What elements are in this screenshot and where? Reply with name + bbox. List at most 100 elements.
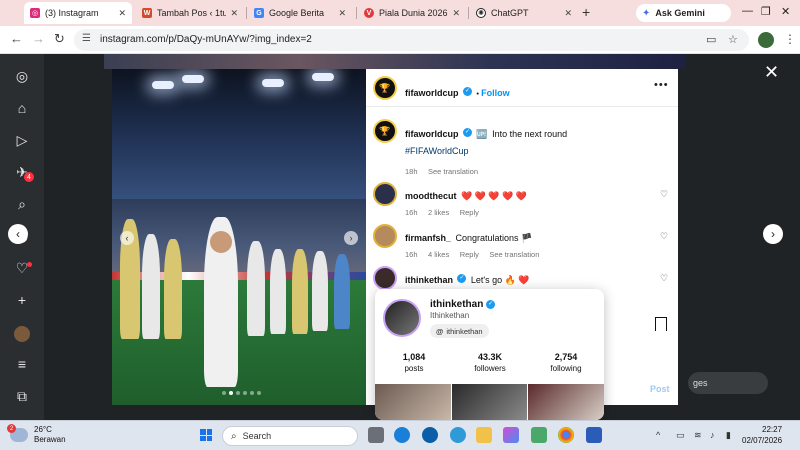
- search-icon[interactable]: ⌕: [14, 196, 30, 212]
- tab-instagram[interactable]: ◎ (3) Instagram ✕: [24, 2, 132, 24]
- tab-title: Piala Dunia 2026: H: [379, 8, 449, 18]
- author-username[interactable]: fifaworldcup: [405, 88, 459, 98]
- task-view-icon[interactable]: [368, 427, 384, 443]
- follow-button[interactable]: Follow: [481, 88, 510, 98]
- start-icon[interactable]: [200, 429, 212, 441]
- menu-icon[interactable]: ≡: [14, 356, 30, 372]
- edge-icon[interactable]: [394, 427, 410, 443]
- tab-google-news[interactable]: G Google Berita ✕: [248, 2, 352, 24]
- see-translation-link[interactable]: See translation: [428, 167, 478, 176]
- like-comment-icon[interactable]: ♡: [660, 273, 668, 284]
- search-placeholder: Search: [242, 431, 272, 441]
- profile-icon[interactable]: [14, 326, 30, 342]
- see-translation-link[interactable]: See translation: [489, 250, 539, 259]
- wordpress-icon: W: [142, 8, 152, 18]
- home-icon[interactable]: ⌂: [14, 100, 30, 116]
- messages-badge: 4: [24, 172, 34, 182]
- tab-title: Google Berita: [269, 8, 325, 18]
- like-comment-icon[interactable]: ♡: [660, 231, 668, 242]
- create-icon[interactable]: +: [14, 292, 30, 308]
- wifi-icon[interactable]: ≋: [694, 430, 702, 441]
- url-text: instagram.com/p/DaQy-mUnAYw/?img_index=2: [100, 34, 312, 45]
- close-tab-icon[interactable]: ✕: [230, 8, 238, 19]
- tab-wordpress[interactable]: W Tambah Pos ‹ 1tulah ✕: [136, 2, 244, 24]
- thumbnail[interactable]: [375, 384, 451, 420]
- site-info-icon[interactable]: ☰: [82, 33, 91, 44]
- taskbar-search[interactable]: ⌕ Search: [222, 426, 358, 446]
- hashtag-link[interactable]: #FIFAWorldCup: [405, 146, 469, 156]
- battery-level-icon[interactable]: ▮: [726, 430, 731, 441]
- forward-icon[interactable]: →: [32, 31, 45, 46]
- search-icon: ⌕: [231, 430, 237, 442]
- close-tab-icon[interactable]: ✕: [452, 8, 460, 19]
- reply-button[interactable]: Reply: [460, 250, 479, 259]
- prev-post-button[interactable]: ‹: [8, 224, 28, 244]
- thumbnail[interactable]: [528, 384, 604, 420]
- post-photo[interactable]: ‹ ›: [112, 69, 366, 405]
- caption-username[interactable]: fifaworldcup: [405, 129, 459, 139]
- weather-widget[interactable]: 2 26°C Berawan: [7, 424, 66, 445]
- tab-chatgpt[interactable]: ✺ ChatGPT ✕: [470, 2, 578, 24]
- browser-menu-icon[interactable]: ⋮: [784, 32, 796, 46]
- close-post-icon[interactable]: ✕: [764, 62, 779, 83]
- minimize-icon[interactable]: —: [742, 5, 753, 17]
- hover-card-avatar[interactable]: [383, 299, 421, 337]
- volume-icon[interactable]: ♪: [710, 430, 715, 440]
- back-icon[interactable]: ←: [10, 31, 23, 46]
- close-window-icon[interactable]: ✕: [781, 5, 790, 18]
- save-post-icon[interactable]: [655, 317, 667, 331]
- word-icon[interactable]: [586, 427, 602, 443]
- author-avatar[interactable]: 🏆: [373, 76, 397, 100]
- caption-avatar[interactable]: 🏆: [373, 119, 397, 143]
- hover-card-fullname: Ithinkethan: [430, 311, 470, 320]
- threads-badge[interactable]: @ ithinkethan: [430, 324, 489, 338]
- carousel-dots: [222, 391, 261, 395]
- file-explorer-icon[interactable]: [476, 427, 492, 443]
- photo-prev-icon[interactable]: ‹: [120, 231, 134, 245]
- ask-gemini-button[interactable]: ✦ Ask Gemini: [636, 4, 731, 22]
- bookmark-star-icon[interactable]: ☆: [728, 33, 738, 46]
- meta-icon[interactable]: ⧉: [14, 388, 30, 404]
- hp-icon[interactable]: [422, 427, 438, 443]
- store-icon[interactable]: [531, 427, 547, 443]
- tab-piala-dunia[interactable]: V Piala Dunia 2026: H ✕: [358, 2, 466, 24]
- gemini-icon: ✦: [642, 7, 651, 19]
- next-post-button[interactable]: ›: [763, 224, 783, 244]
- close-tab-icon[interactable]: ✕: [118, 8, 126, 19]
- stat-value: 1,084: [402, 352, 426, 362]
- battery-icon[interactable]: ▭: [676, 430, 685, 441]
- more-options-icon[interactable]: •••: [654, 79, 669, 91]
- thumbnail[interactable]: [451, 384, 528, 420]
- address-bar[interactable]: ☰ instagram.com/p/DaQy-mUnAYw/?img_index…: [74, 29, 749, 51]
- post-comment-button[interactable]: Post: [650, 384, 670, 394]
- photo-next-icon[interactable]: ›: [344, 231, 358, 245]
- comment-likes[interactable]: 4 likes: [428, 250, 449, 259]
- comment-username[interactable]: firmanfsh_: [405, 233, 451, 243]
- hover-card-name-row[interactable]: ithinkethan ✓: [430, 299, 496, 310]
- app-icon[interactable]: [503, 427, 519, 443]
- up-emoji: 🆙: [476, 129, 488, 139]
- reload-icon[interactable]: ↻: [54, 31, 65, 47]
- close-tab-icon[interactable]: ✕: [564, 8, 572, 19]
- profile-avatar[interactable]: [758, 32, 774, 48]
- commenter-avatar[interactable]: [373, 224, 397, 248]
- comment-username[interactable]: ithinkethan: [405, 275, 453, 285]
- restore-icon[interactable]: ❐: [761, 5, 771, 18]
- clock[interactable]: 22:27 02/07/2026: [742, 424, 782, 446]
- reels-icon[interactable]: ▷: [14, 132, 30, 148]
- profile-hover-card: ithinkethan ✓ Ithinkethan @ ithinkethan …: [375, 289, 604, 420]
- weather-condition: Berawan: [34, 435, 66, 444]
- close-tab-icon[interactable]: ✕: [338, 8, 346, 19]
- cast-icon[interactable]: ▭: [706, 33, 716, 46]
- instagram-logo-icon[interactable]: ◎: [14, 68, 30, 84]
- like-comment-icon[interactable]: ♡: [660, 189, 668, 200]
- reply-button[interactable]: Reply: [460, 208, 479, 217]
- chrome-icon[interactable]: [558, 427, 574, 443]
- copilot-icon[interactable]: [450, 427, 466, 443]
- commenter-avatar[interactable]: [373, 266, 397, 290]
- tray-chevron-icon[interactable]: ^: [656, 430, 660, 440]
- comment-likes[interactable]: 2 likes: [428, 208, 449, 217]
- comment-username[interactable]: moodthecut: [405, 191, 457, 201]
- commenter-avatar[interactable]: [373, 182, 397, 206]
- new-tab-icon[interactable]: +: [582, 4, 590, 20]
